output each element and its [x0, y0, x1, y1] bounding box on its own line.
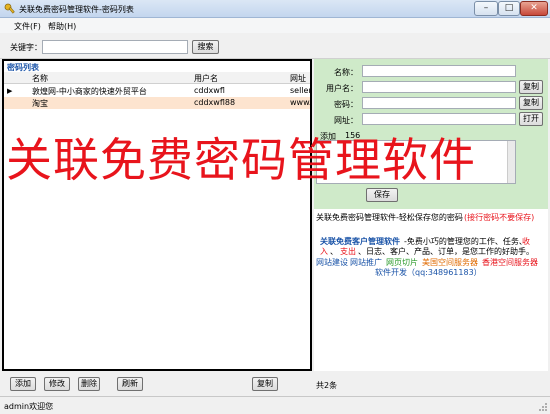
- info-panel: [314, 209, 548, 371]
- table-row[interactable]: ▶ 敦煌网-中小商家的快速外贸平台 cddxwfl seller.: [4, 85, 310, 97]
- grid-header: 名称 用户名 网址: [4, 72, 310, 84]
- cell-username: cddxwfl: [194, 86, 225, 95]
- promo-sep: 、: [330, 247, 338, 256]
- column-header-url[interactable]: 网址: [290, 73, 306, 84]
- status-text: admin欢迎您: [4, 402, 54, 411]
- copy-button[interactable]: 复制: [252, 377, 278, 391]
- promo-income-end: 入: [320, 247, 328, 256]
- edit-button[interactable]: 修改: [44, 377, 70, 391]
- dev-contact[interactable]: 软件开发（qq:348961183）: [375, 267, 482, 278]
- menu-file[interactable]: 文件(F): [14, 21, 41, 32]
- username-field[interactable]: [362, 81, 516, 93]
- minimize-button[interactable]: –: [474, 1, 498, 16]
- promo-expense[interactable]: 支出: [340, 246, 356, 257]
- link-site-build[interactable]: 网站建设: [316, 257, 348, 268]
- password-field[interactable]: [362, 97, 516, 109]
- delete-button[interactable]: 删除: [78, 377, 100, 391]
- add-button[interactable]: 添加: [10, 377, 36, 391]
- cell-url: www.t: [290, 98, 310, 107]
- search-label: 关键字：: [10, 43, 42, 52]
- watermark-text: 关联免费密码管理软件: [6, 133, 476, 187]
- title-bar: 关联免费密码管理软件-密码列表 – □ ✕: [0, 0, 550, 18]
- current-row-indicator-icon: ▶: [7, 87, 13, 95]
- password-label: 密码：: [334, 100, 358, 109]
- table-row[interactable]: 淘宝 cddxwfl88 www.t: [4, 97, 310, 109]
- copy-username-button[interactable]: 复制: [519, 80, 543, 94]
- save-button[interactable]: 保存: [366, 188, 398, 202]
- search-button[interactable]: 搜索: [192, 40, 219, 54]
- promo-line2: 、日志、客户、产品、订单，是您工作的好助手。: [358, 247, 534, 256]
- search-input[interactable]: [42, 40, 188, 54]
- menu-bar: 文件(F) 帮助(H): [0, 18, 550, 33]
- name-field[interactable]: [362, 65, 516, 77]
- window-title: 关联免费密码管理软件-密码列表: [19, 5, 134, 14]
- status-bar: admin欢迎您: [0, 396, 550, 414]
- column-header-name[interactable]: 名称: [32, 73, 48, 84]
- record-count: 共2条: [316, 381, 338, 390]
- resize-grip-icon[interactable]: [538, 402, 548, 412]
- tagline-link[interactable]: (接行密码不要保存): [464, 212, 534, 223]
- maximize-button[interactable]: □: [498, 1, 520, 16]
- cell-username: cddxwfl88: [194, 98, 236, 107]
- link-hk-server[interactable]: 香港空间服务器: [482, 257, 538, 268]
- refresh-button[interactable]: 刷新: [117, 377, 143, 391]
- cell-url: seller.: [290, 86, 310, 95]
- cell-name: 敦煌网-中小商家的快速外贸平台: [32, 87, 147, 96]
- app-key-icon: [4, 3, 15, 14]
- password-list-panel: 密码列表 名称 用户名 网址 ▶ 敦煌网-中小商家的快速外贸平台 cddxwfl…: [2, 59, 312, 371]
- cell-name: 淘宝: [32, 99, 48, 108]
- name-label: 名称：: [334, 68, 358, 77]
- column-header-username[interactable]: 用户名: [194, 73, 218, 84]
- close-button[interactable]: ✕: [520, 1, 548, 16]
- username-label: 用户名：: [326, 84, 358, 93]
- tagline: 关联免费密码管理软件-轻松保存您的密码: [316, 213, 463, 222]
- copy-password-button[interactable]: 复制: [519, 96, 543, 110]
- menu-help[interactable]: 帮助(H): [48, 21, 76, 32]
